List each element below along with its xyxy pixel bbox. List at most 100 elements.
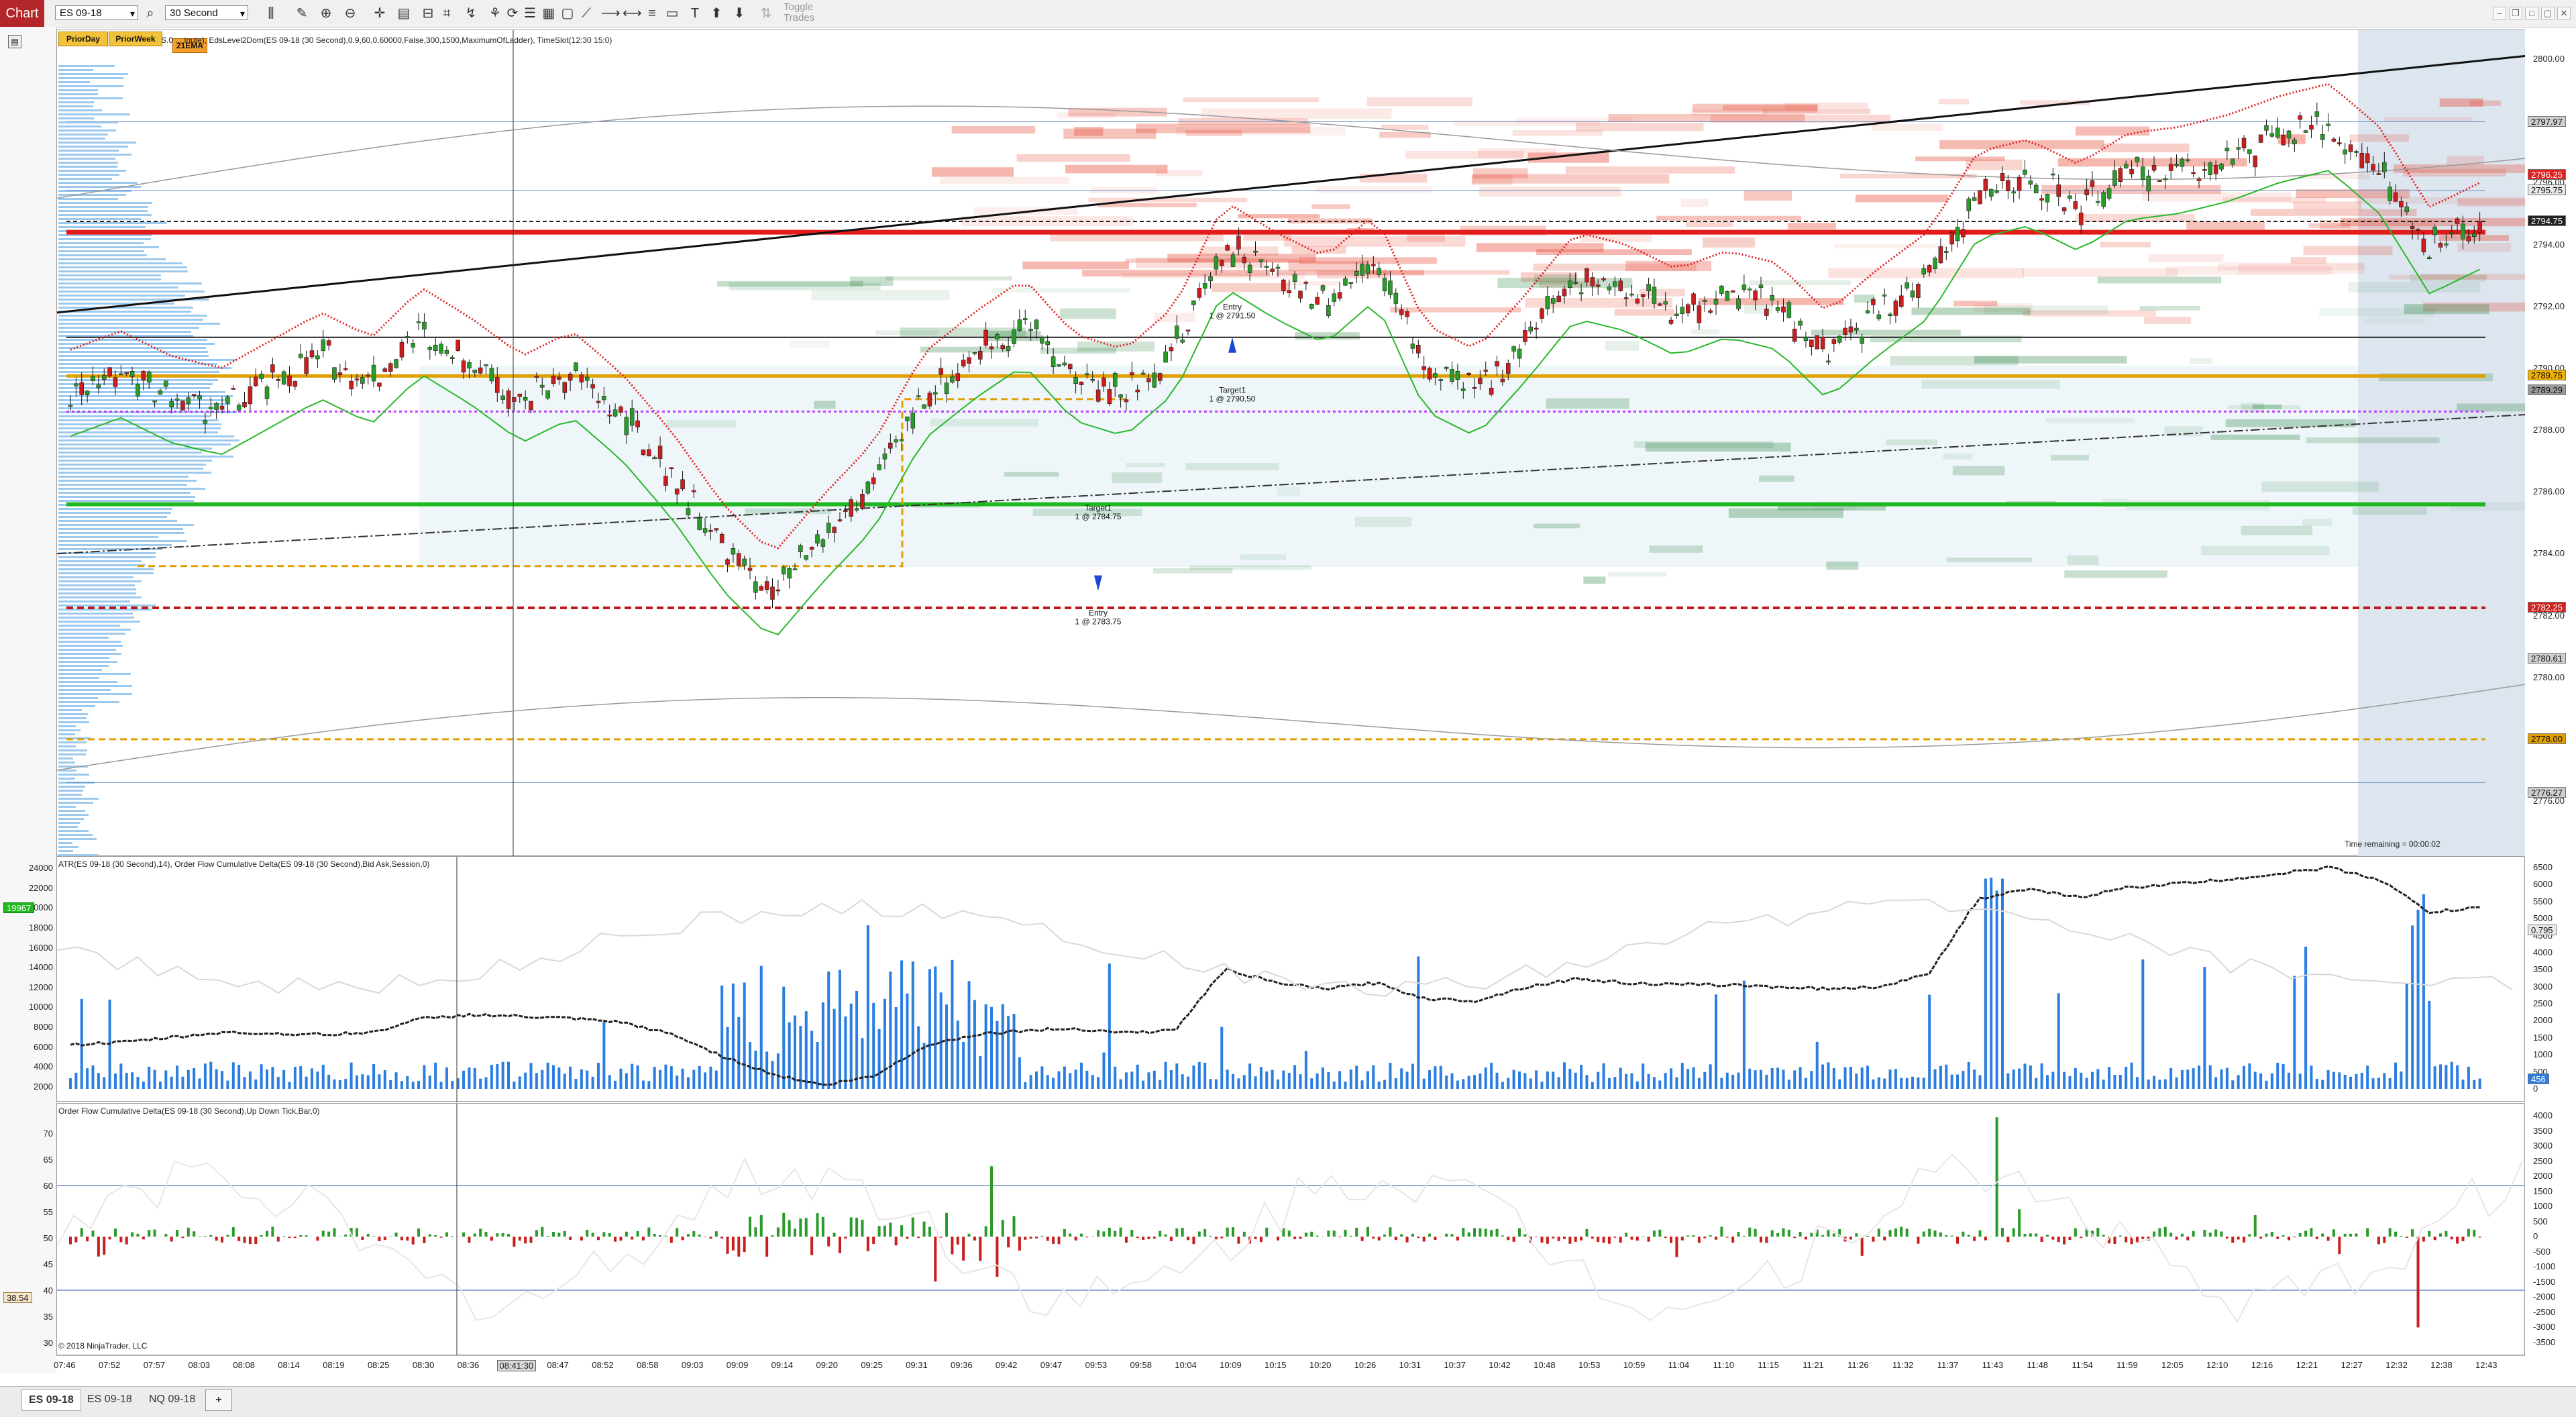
volume-profile-bar [58, 105, 93, 107]
candle-body [125, 372, 129, 374]
delta-bar [827, 1237, 830, 1246]
delta-bar [788, 1220, 791, 1237]
draw-icon[interactable]: ✎ [294, 5, 310, 21]
tab-nq[interactable]: NQ 09-18 [142, 1389, 202, 1410]
delta-bar [2344, 1234, 2347, 1237]
volume-bar [1585, 1075, 1588, 1089]
candle-body [1214, 257, 1218, 269]
volume-profile-bar [58, 725, 76, 727]
volume-bar [74, 1073, 77, 1089]
zoom-out-icon[interactable]: ⊖ [342, 5, 358, 21]
tab-es[interactable]: ES 09-18 [80, 1389, 139, 1410]
delta-bar [294, 1237, 297, 1238]
arrow-up-icon[interactable]: ⬆ [708, 5, 724, 21]
candle-body [1051, 357, 1055, 367]
price-panel[interactable]: Entry1 @ 2791.50Target11 @ 2790.50Target… [56, 30, 2525, 856]
ray-icon[interactable]: ⟶ [601, 5, 617, 21]
candle-body [1281, 280, 1285, 291]
prior-day-button[interactable]: PriorDay [58, 32, 108, 46]
atr-left-tick: 16000 [18, 943, 53, 953]
maximize-icon[interactable]: ▢ [2541, 7, 2555, 20]
toggle-trades-icon[interactable]: ⇅ [758, 5, 774, 21]
chart-trader-icon[interactable]: ⊟ [420, 5, 436, 21]
rectangle-icon[interactable]: ▭ [664, 5, 680, 21]
tab-es-active[interactable]: ES 09-18 [21, 1389, 81, 1411]
add-tab-button[interactable]: + [205, 1389, 232, 1411]
delta-bar [80, 1228, 83, 1237]
minimize-icon[interactable]: – [2493, 7, 2506, 20]
delta-bar [1597, 1237, 1599, 1242]
delta-left-tick: 45 [18, 1259, 53, 1269]
delta-bar [1181, 1228, 1184, 1237]
pin-icon[interactable]: □ [2525, 7, 2538, 20]
candle-body [2450, 232, 2454, 233]
volume-bar [1658, 1080, 1661, 1089]
candle-body [703, 529, 707, 533]
volume-bar [395, 1072, 398, 1089]
delta-bar [968, 1234, 971, 1237]
volume-bar [1002, 1004, 1004, 1089]
candle-body [1933, 258, 1937, 269]
list-icon[interactable]: ☰ [522, 5, 538, 21]
volume-bar [1636, 1082, 1639, 1089]
delta-bar [682, 1237, 684, 1240]
search-icon[interactable]: ⌕ [142, 5, 158, 21]
close-icon[interactable]: ✕ [2557, 7, 2571, 20]
candle-body [1422, 366, 1426, 370]
atr-right-axis[interactable]: 6500600055005000450040003500300025002000… [2525, 856, 2576, 1102]
price-axis[interactable]: 2800.002798.002796.002794.002792.002790.… [2525, 30, 2576, 856]
prior-week-button[interactable]: PriorWeek [109, 32, 162, 46]
text-icon[interactable]: T [687, 5, 703, 21]
instrument-selector[interactable]: ES 09-18 [55, 5, 138, 20]
zoom-in-icon[interactable]: ⊕ [318, 5, 334, 21]
chart-trader-toggle-icon[interactable]: ▤ [8, 35, 21, 48]
templates-icon[interactable]: ▦ [541, 5, 557, 21]
horizontal-line-icon[interactable]: ≡ [644, 5, 660, 21]
chart-window-tab[interactable]: Chart [0, 0, 44, 27]
volume-profile-bar [58, 576, 133, 578]
delta-bar [479, 1228, 482, 1237]
candle-body [467, 362, 471, 368]
delta-bar [164, 1234, 167, 1237]
candle-body [1787, 303, 1791, 318]
volume-bar [462, 1071, 465, 1089]
cumulative-delta-panel[interactable]: Order Flow Cumulative Delta(ES 09-18 (30… [56, 1103, 2525, 1355]
dom-bid-block [1759, 476, 1794, 482]
arrow-down-icon[interactable]: ⬇ [731, 5, 747, 21]
data-box-icon[interactable]: ⌗ [439, 5, 455, 21]
volume-bar [434, 1063, 437, 1089]
candle-body [1574, 282, 1578, 284]
refresh-icon[interactable]: ⟳ [504, 5, 521, 21]
delta-bar [1878, 1228, 1880, 1237]
indicators-icon[interactable]: ⚘ [487, 5, 503, 21]
toggle-trades-label[interactable]: Toggle Trades [784, 2, 824, 23]
candle-body [1719, 286, 1723, 293]
time-tick-label: 11:04 [1668, 1360, 1690, 1370]
atr-right-tick: 1500 [2533, 1033, 2553, 1043]
volume-bar [973, 1000, 976, 1089]
extended-line-icon[interactable]: ⟷ [623, 5, 639, 21]
volume-bar [400, 1081, 403, 1089]
volume-bar [1243, 1075, 1246, 1089]
delta-bar [670, 1237, 673, 1243]
delta-bar [2259, 1237, 2262, 1239]
delta-right-axis[interactable]: 40003500300025002000150010005000-500-100… [2525, 1103, 2576, 1355]
volume-profile-bar [58, 580, 142, 582]
candle-body [1546, 297, 1550, 309]
volume-bar [1900, 1078, 1902, 1089]
entry-arrow-icon [1094, 576, 1102, 591]
atr-delta-panel[interactable]: ATR(ES 09-18 (30 Second),14), Order Flow… [56, 856, 2525, 1102]
volume-bar [2023, 1063, 2026, 1089]
strategies-icon[interactable]: ↯ [463, 5, 479, 21]
period-selector[interactable]: 30 Second [165, 5, 248, 20]
box-icon[interactable]: ▢ [559, 5, 576, 21]
properties-icon[interactable]: ▤ [396, 5, 412, 21]
bar-type-icon[interactable]: ⫼ [263, 5, 279, 21]
candle-body [260, 374, 264, 378]
line-icon[interactable]: ⟋ [578, 5, 594, 21]
candle-body [1905, 282, 1909, 288]
restore-icon[interactable]: ❐ [2509, 7, 2522, 20]
crosshair-icon[interactable]: ✛ [372, 5, 388, 21]
time-axis[interactable]: 07:4607:5207:5708:0308:0808:1408:1908:25… [56, 1355, 2525, 1373]
candle-body [2275, 128, 2279, 138]
